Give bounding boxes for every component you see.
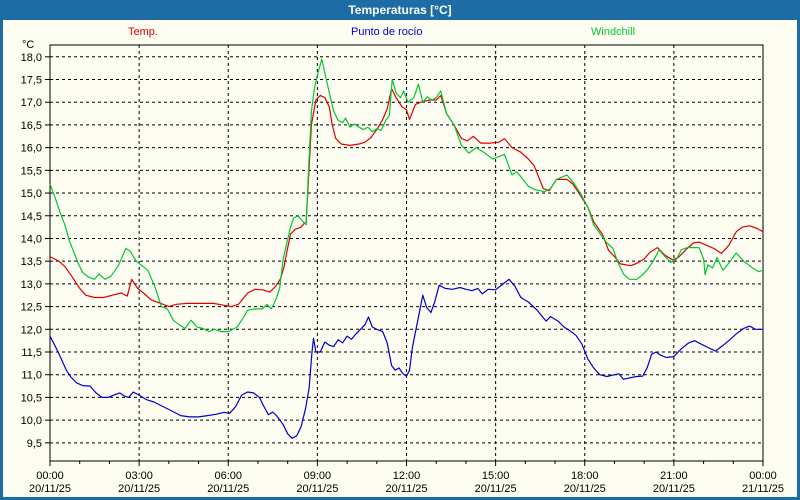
x-tick-date-label: 20/11/25 [385,483,427,495]
y-tick-label: 10,0 [21,415,42,427]
y-tick-label: 17,5 [21,75,42,87]
x-tick-time-label: 03:00 [125,470,153,482]
y-tick-label: 13,0 [21,279,42,291]
y-tick-label: 11,5 [21,347,42,359]
app-window: Temperaturas [°C] Temp. Punto de rocío W… [0,0,800,500]
x-tick-time-label: 06:00 [214,470,242,482]
y-tick-label: 15,5 [21,165,42,177]
x-tick-time-label: 09:00 [304,470,332,482]
y-tick-label: 16,5 [21,120,42,132]
y-tick-label: 18,0 [21,52,42,64]
x-tick-date-label: 20/11/25 [564,483,606,495]
x-tick-date-label: 20/11/25 [207,483,249,495]
x-tick-time-label: 12:00 [393,470,421,482]
temperature-chart: 18,0 17,5 17,0 16,5 16,0 15,5 15,0 14,5 14,0 13,5… [0,0,800,500]
y-tick-label: 14,0 [21,233,42,245]
x-tick-date-label: 20/11/25 [475,483,517,495]
x-tick-time-label: 15:00 [482,470,510,482]
x-tick-date-label: 20/11/25 [29,483,71,495]
x-tick-date-label: 20/11/25 [653,483,695,495]
y-tick-label: 15,0 [21,188,42,200]
y-tick-label: 16,0 [21,143,42,155]
y-tick-label: 13,5 [21,256,42,268]
y-tick-label: 11,0 [21,370,42,382]
y-tick-label: 12,5 [21,302,42,314]
y-tick-label: 10,5 [21,392,42,404]
x-tick-date-label: 20/11/25 [296,483,338,495]
y-tick-label: 17,0 [21,97,42,109]
x-tick-time-label: 18:00 [571,470,599,482]
x-tick-time-label: 00:00 [36,470,64,482]
x-tick-date-label: 20/11/25 [118,483,160,495]
x-tick-date-label: 21/11/25 [742,483,784,495]
y-tick-label: 12,0 [21,324,42,336]
y-tick-label: 9,5 [27,438,42,450]
x-tick-time-label: 21:00 [660,470,688,482]
y-tick-label: 14,5 [21,211,42,223]
x-tick-time-label: 00:00 [749,470,777,482]
